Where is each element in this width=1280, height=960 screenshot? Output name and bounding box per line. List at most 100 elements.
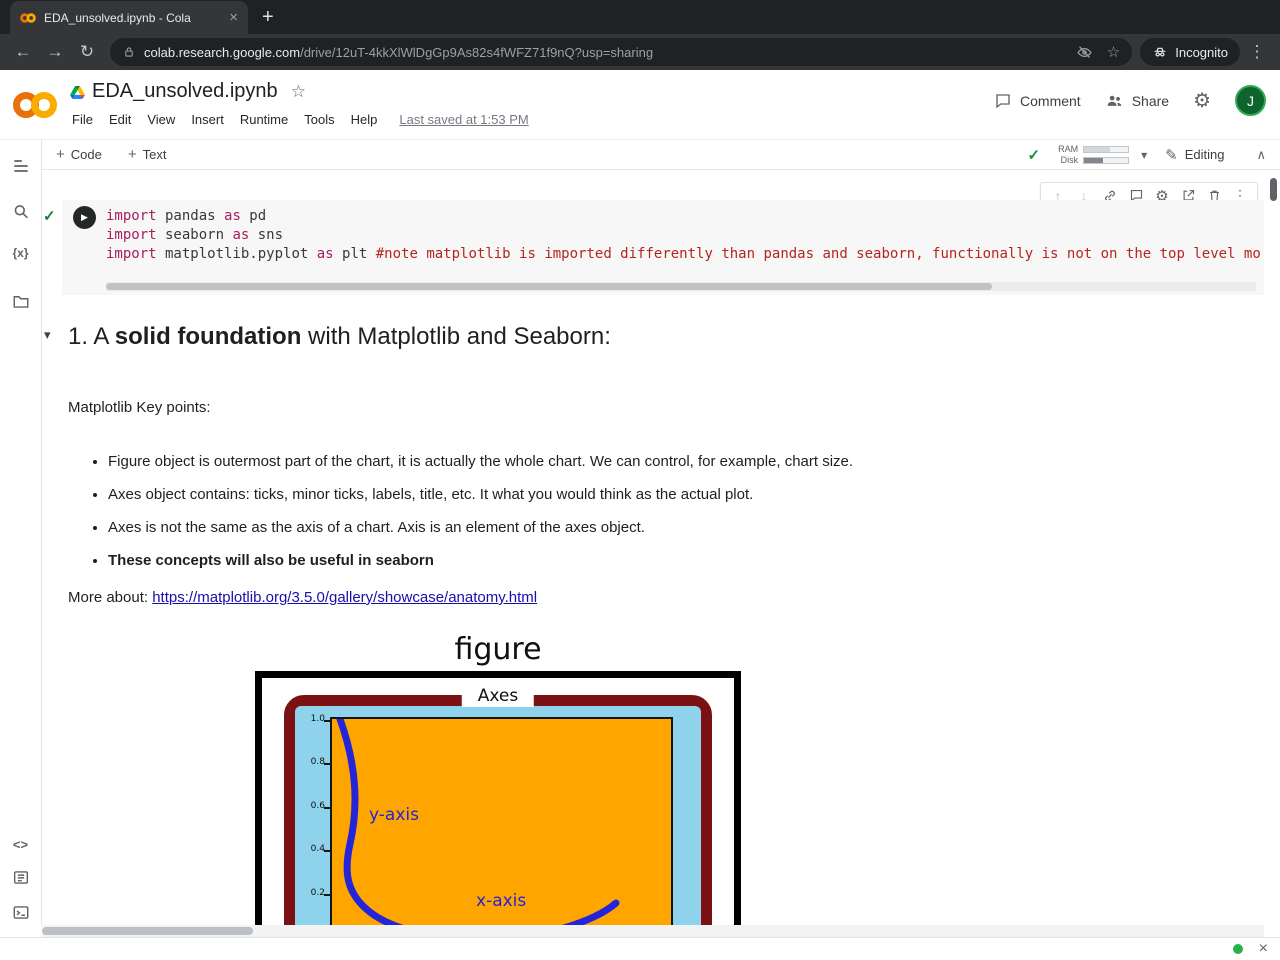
curve-line [336, 719, 620, 925]
section-heading: 1. A solid foundation with Matplotlib an… [68, 320, 611, 354]
eye-off-icon[interactable] [1076, 44, 1093, 61]
heading-text: 1. A [68, 323, 115, 350]
code-line: import seaborn as sns [106, 227, 284, 243]
terminal-icon[interactable] [11, 903, 30, 922]
y-tick-label: 0.2 [310, 888, 325, 898]
files-icon[interactable] [11, 292, 30, 311]
star-outline-icon[interactable]: ☆ [291, 82, 306, 102]
url-text[interactable]: colab.research.google.com/drive/12uT-4kk… [144, 45, 1062, 60]
bullet-item: Figure object is outermost part of the c… [108, 452, 1028, 471]
add-code-button[interactable]: + Code [56, 146, 102, 163]
resources-caret-icon[interactable]: ▾ [1141, 148, 1147, 162]
refresh-icon[interactable]: ↻ [72, 37, 102, 67]
menu-insert[interactable]: Insert [183, 110, 232, 129]
incognito-badge: Incognito [1140, 38, 1240, 66]
table-of-contents-icon[interactable] [11, 156, 31, 176]
add-text-button[interactable]: + Text [128, 146, 167, 163]
url-bar[interactable]: colab.research.google.com/drive/12uT-4kk… [110, 38, 1133, 66]
pencil-icon: ✎ [1165, 146, 1178, 164]
incognito-label: Incognito [1175, 44, 1228, 60]
menu-bar: File Edit View Insert Runtime Tools Help… [64, 110, 529, 129]
exec-success-icon: ✓ [43, 208, 56, 225]
incognito-icon [1152, 44, 1168, 60]
comment-label: Comment [1020, 92, 1081, 109]
add-text-label: Text [142, 147, 167, 162]
header-actions: Comment Share ⚙ J [994, 85, 1266, 116]
code-line: import matplotlib.pyplot as plt #note ma… [106, 246, 1261, 262]
run-button[interactable]: ▶ [72, 206, 96, 229]
forward-icon[interactable]: → [40, 37, 70, 67]
share-button[interactable]: Share [1105, 91, 1169, 110]
heading-text: with Matplotlib and Seaborn: [301, 323, 611, 350]
toolbar-right: ✓ RAM Disk ▾ ✎ Editing ∧ [1028, 143, 1266, 165]
vertical-scrollbar-thumb[interactable] [1270, 178, 1277, 201]
figure-frame: Axes 1.0 0.8 0.6 0.4 0.2 y-axis x-axis [255, 671, 741, 925]
browser-menu-icon[interactable]: ⋮ [1242, 37, 1272, 67]
resources-indicator[interactable]: RAM Disk [1052, 143, 1130, 165]
menu-view[interactable]: View [139, 110, 183, 129]
menu-runtime[interactable]: Runtime [232, 110, 296, 129]
bullet-item: Axes object contains: ticks, minor ticks… [108, 485, 1028, 504]
code-snippets-icon[interactable]: <> [13, 837, 28, 852]
heading-bold-text: solid foundation [114, 323, 302, 350]
disk-bar [1083, 156, 1130, 164]
menu-edit[interactable]: Edit [101, 110, 139, 129]
tab-close-icon[interactable]: × [229, 10, 238, 25]
axes-label: Axes [461, 686, 535, 707]
avatar[interactable]: J [1235, 85, 1266, 116]
y-tick-label: 0.6 [310, 801, 325, 811]
editing-button[interactable]: ✎ Editing [1165, 146, 1224, 164]
back-icon[interactable]: ← [8, 37, 38, 67]
variables-icon[interactable]: {x} [12, 246, 28, 260]
search-icon[interactable] [11, 202, 30, 221]
ram-bar [1083, 145, 1130, 153]
footer-close-icon[interactable]: × [1259, 941, 1268, 957]
lock-icon [122, 45, 136, 59]
bookmark-star-icon[interactable]: ☆ [1107, 43, 1120, 61]
code-editor[interactable]: import pandas as pd import seaborn as sn… [106, 200, 1264, 295]
new-tab-button[interactable]: + [262, 7, 274, 27]
anatomy-link[interactable]: https://matplotlib.org/3.5.0/gallery/sho… [152, 589, 537, 606]
colab-favicon-icon [20, 12, 36, 24]
y-tick-label: 0.4 [310, 844, 325, 854]
more-about-prefix: More about: [68, 589, 153, 606]
horizontal-scrollbar-thumb[interactable] [42, 927, 253, 935]
cell-gutter: ▶ [62, 200, 106, 295]
comment-icon [996, 93, 1010, 108]
y-tick-label: 0.8 [310, 757, 325, 767]
browser-window: EDA_unsolved.ipynb - Cola × + ← → ↻ cola… [0, 0, 1280, 960]
connected-dot-icon [1232, 944, 1243, 954]
colab-logo[interactable] [12, 90, 58, 120]
code-line: import pandas as pd [106, 208, 267, 224]
notebook-title[interactable]: EDA_unsolved.ipynb [92, 80, 278, 103]
last-saved-link[interactable]: Last saved at 1:53 PM [399, 112, 528, 127]
plot-canvas: 1.0 0.8 0.6 0.4 0.2 y-axis x-axis [295, 706, 701, 925]
anatomy-figure: figure Axes 1.0 0.8 0.6 0.4 0.2 y-axis x… [255, 632, 741, 925]
axes-box: Axes 1.0 0.8 0.6 0.4 0.2 y-axis x-axis [284, 686, 712, 925]
comment-button[interactable]: Comment [994, 92, 1081, 110]
browser-tab[interactable]: EDA_unsolved.ipynb - Cola × [10, 1, 248, 34]
bullet-item: These concepts will also be useful in se… [108, 551, 1028, 570]
horizontal-scrollbar[interactable] [42, 925, 1264, 937]
menu-help[interactable]: Help [343, 110, 386, 129]
plus-icon: + [56, 146, 65, 163]
share-icon [1107, 95, 1121, 106]
tick-mark [324, 763, 331, 765]
bullet-list: Figure object is outermost part of the c… [68, 452, 1028, 584]
section-collapse-icon[interactable]: ▾ [44, 327, 51, 343]
left-sidebar: {x} <> [0, 140, 42, 925]
menu-tools[interactable]: Tools [296, 110, 342, 129]
tab-title: EDA_unsolved.ipynb - Cola [44, 10, 191, 25]
figure-title: figure [454, 632, 542, 667]
settings-gear-icon[interactable]: ⚙ [1193, 88, 1211, 113]
tick-mark [324, 807, 331, 809]
code-cell[interactable]: ▶ import pandas as pd import seaborn as … [62, 200, 1264, 295]
collapse-header-icon[interactable]: ∧ [1256, 147, 1266, 163]
command-palette-icon[interactable] [11, 868, 30, 887]
ram-label: RAM [1058, 143, 1079, 154]
code-scrollbar-thumb[interactable] [106, 283, 992, 290]
share-label: Share [1131, 92, 1170, 109]
y-tick-label: 1.0 [310, 714, 325, 724]
code-scrollbar[interactable] [106, 282, 1256, 291]
menu-file[interactable]: File [64, 110, 101, 129]
